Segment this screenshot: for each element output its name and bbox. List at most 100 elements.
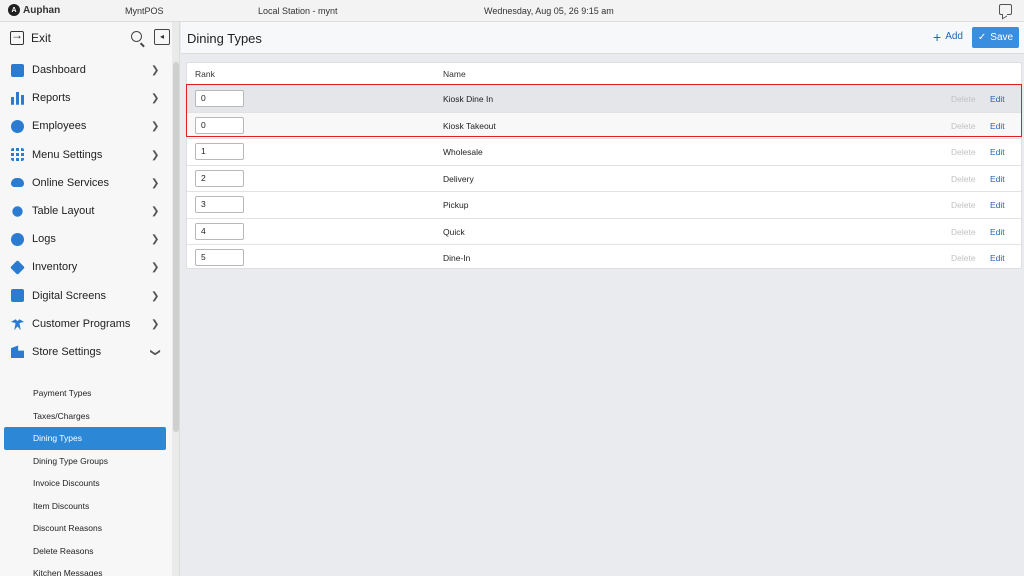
table-layout-icon	[10, 203, 25, 219]
sidebar-item-label: Customer Programs	[32, 317, 131, 330]
sidebar-item-label: Reports	[32, 92, 71, 105]
collapse-sidebar-icon[interactable]: ◂	[154, 29, 170, 45]
edit-button[interactable]: Edit	[990, 121, 1005, 131]
top-bar: A Auphan MyntPOS Local Station - mynt We…	[0, 0, 1024, 22]
table-row[interactable]: 3 Pickup Delete Edit	[187, 191, 1021, 218]
chevron-down-icon: ❯	[149, 348, 161, 357]
sidebar-item-online-services[interactable]: Online Services ❯	[0, 169, 172, 197]
sidebar-item-label: Dashboard	[32, 64, 86, 77]
app-name: MyntPOS	[125, 6, 164, 16]
chevron-right-icon: ❯	[151, 290, 160, 302]
chat-icon[interactable]	[999, 4, 1012, 15]
dining-types-table: Rank Name 0 Kiosk Dine In Delete Edit 0 …	[186, 62, 1022, 269]
edit-button[interactable]: Edit	[990, 227, 1005, 237]
dining-type-name: Dine-In	[443, 253, 471, 263]
sidebar-item-table-layout[interactable]: Table Layout ❯	[0, 197, 172, 225]
sidebar-item-reports[interactable]: Reports ❯	[0, 84, 172, 112]
chevron-right-icon: ❯	[151, 121, 160, 133]
sidebar-item-label: Table Layout	[32, 205, 95, 218]
rank-input[interactable]: 4	[195, 222, 244, 240]
submenu-item-item-discounts[interactable]: Item Discounts	[0, 495, 172, 518]
sidebar-item-store-settings[interactable]: Store Settings ❯	[0, 338, 172, 366]
column-header-name: Name	[443, 69, 466, 79]
check-icon: ✓	[977, 32, 987, 43]
grid-icon	[11, 148, 24, 162]
rank-input[interactable]: 1	[195, 143, 244, 160]
edit-button[interactable]: Edit	[990, 94, 1005, 104]
table-row[interactable]: 4 Quick Delete Edit	[187, 217, 1021, 245]
dining-type-name: Quick	[443, 226, 465, 237]
table-row[interactable]: 2 Delivery Delete Edit	[187, 164, 1021, 192]
delete-button[interactable]: Delete	[951, 200, 976, 210]
exit-label: Exit	[31, 31, 52, 45]
sidebar-item-inventory[interactable]: Inventory ❯	[0, 253, 172, 281]
sidebar-scrollbar-thumb[interactable]	[173, 62, 179, 432]
submenu-item-taxes-charges[interactable]: Taxes/Charges	[0, 405, 172, 428]
cloud-icon	[11, 178, 24, 188]
person-icon	[11, 317, 24, 331]
dining-type-name: Wholesale	[443, 147, 483, 157]
sidebar-item-menu-settings[interactable]: Menu Settings ❯	[0, 141, 172, 169]
sidebar-item-dashboard[interactable]: Dashboard ❯	[0, 56, 172, 84]
sidebar-item-label: Store Settings	[32, 345, 102, 358]
sidebar-item-label: Inventory	[32, 261, 78, 274]
edit-button[interactable]: Edit	[990, 253, 1005, 263]
delete-button[interactable]: Delete	[951, 121, 976, 131]
submenu-item-delete-reasons[interactable]: Delete Reasons	[0, 540, 172, 563]
delete-button[interactable]: Delete	[951, 174, 976, 184]
table-row[interactable]: 0 Kiosk Takeout Delete Edit	[187, 111, 1021, 138]
sidebar-item-customer-programs[interactable]: Customer Programs ❯	[0, 310, 172, 338]
chevron-right-icon: ❯	[151, 149, 160, 161]
sidebar-item-label: Digital Screens	[32, 289, 106, 302]
sidebar-item-logs[interactable]: Logs ❯	[0, 225, 172, 253]
column-header-rank: Rank	[195, 69, 215, 79]
sidebar-item-employees[interactable]: Employees ❯	[0, 112, 172, 140]
rank-input[interactable]: 3	[195, 196, 244, 213]
auphan-logo-icon: A	[8, 4, 20, 16]
edit-button[interactable]: Edit	[990, 147, 1005, 157]
cube-icon	[10, 260, 25, 275]
edit-button[interactable]: Edit	[990, 174, 1005, 184]
chevron-right-icon: ❯	[151, 318, 160, 330]
add-button[interactable]: + Add	[933, 28, 963, 45]
table-row[interactable]: 5 Dine-In Delete Edit	[187, 244, 1021, 271]
delete-button[interactable]: Delete	[951, 227, 976, 237]
sidebar-item-label: Employees	[32, 120, 87, 133]
rank-input[interactable]: 2	[195, 169, 244, 187]
table-row[interactable]: 1 Wholesale Delete Edit	[187, 138, 1021, 165]
station-name: Local Station - mynt	[258, 6, 338, 16]
image-icon	[11, 289, 24, 303]
chevron-right-icon: ❯	[151, 205, 160, 217]
dining-type-name: Delivery	[443, 173, 474, 184]
datetime: Wednesday, Aug 05, 26 9:15 am	[484, 6, 614, 16]
submenu-item-invoice-discounts[interactable]: Invoice Discounts	[0, 472, 172, 495]
dining-type-name: Pickup	[443, 200, 469, 210]
page-title: Dining Types	[187, 31, 262, 46]
submenu-item-discount-reasons[interactable]: Discount Reasons	[0, 517, 172, 540]
dining-type-name: Kiosk Takeout	[443, 120, 496, 131]
submenu-item-payment-types[interactable]: Payment Types	[0, 382, 172, 405]
add-label: Add	[945, 31, 963, 42]
rank-input[interactable]: 0	[195, 90, 244, 107]
brand-logo: A Auphan	[8, 4, 60, 16]
exit-icon	[10, 28, 24, 45]
sidebar-item-label: Logs	[32, 233, 56, 246]
rank-input[interactable]: 0	[195, 116, 244, 134]
delete-button[interactable]: Delete	[951, 253, 976, 263]
submenu-item-kitchen-messages[interactable]: Kitchen Messages	[0, 562, 172, 576]
submenu-item-dining-type-groups[interactable]: Dining Type Groups	[0, 450, 172, 473]
delete-button[interactable]: Delete	[951, 147, 976, 157]
submenu-item-dining-types[interactable]: Dining Types	[4, 427, 166, 450]
edit-button[interactable]: Edit	[990, 200, 1005, 210]
sidebar: Exit ◂ Dashboard ❯ Reports ❯ Employees ❯…	[0, 22, 180, 576]
sidebar-item-digital-screens[interactable]: Digital Screens ❯	[0, 282, 172, 310]
table-row[interactable]: 0 Kiosk Dine In Delete Edit	[187, 85, 1021, 112]
sidebar-item-label: Online Services	[32, 176, 110, 189]
search-icon[interactable]	[131, 31, 142, 42]
save-button[interactable]: ✓ Save	[972, 27, 1019, 48]
delete-button[interactable]: Delete	[951, 94, 976, 104]
exit-button[interactable]: Exit	[10, 28, 52, 45]
chevron-right-icon: ❯	[151, 65, 160, 76]
plus-icon: +	[933, 28, 942, 45]
rank-input[interactable]: 5	[195, 249, 244, 266]
